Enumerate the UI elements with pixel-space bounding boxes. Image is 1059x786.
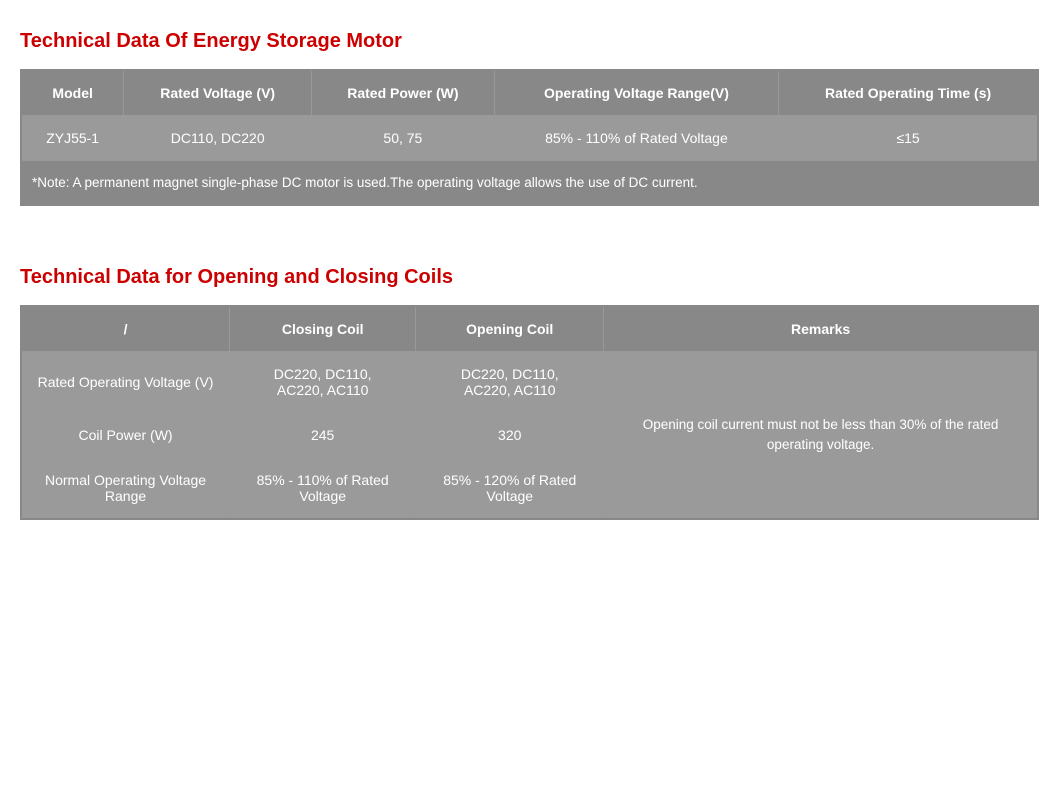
cell-rated-operating-time: ≤15 [779,116,1038,161]
col-closing-coil: Closing Coil [230,306,416,352]
cell-opening-power: 320 [416,413,604,458]
cell-rated-operating-voltage-label: Rated Operating Voltage (V) [21,352,230,413]
col-opening-coil: Opening Coil [416,306,604,352]
cell-closing-voltage-range: 85% - 110% of Rated Voltage [230,458,416,520]
cell-rated-voltage: DC110, DC220 [124,116,312,161]
cell-opening-voltage-range: 85% - 120% of Rated Voltage [416,458,604,520]
cell-operating-voltage-range: 85% - 110% of Rated Voltage [494,116,778,161]
col-slash: / [21,306,230,352]
cell-opening-voltage: DC220, DC110,AC220, AC110 [416,352,604,413]
table-row: Rated Operating Voltage (V) DC220, DC110… [21,352,1038,413]
table1-note: *Note: A permanent magnet single-phase D… [21,161,1038,206]
section-energy-storage-motor: Technical Data Of Energy Storage Motor M… [20,30,1039,206]
cell-model: ZYJ55-1 [21,116,124,161]
section1-title: Technical Data Of Energy Storage Motor [20,30,1039,53]
section-opening-closing-coils: Technical Data for Opening and Closing C… [20,266,1039,520]
col-remarks: Remarks [604,306,1038,352]
section1-table: Model Rated Voltage (V) Rated Power (W) … [20,69,1039,206]
cell-coil-power-label: Coil Power (W) [21,413,230,458]
col-rated-voltage: Rated Voltage (V) [124,70,312,116]
cell-closing-power: 245 [230,413,416,458]
section2-table: / Closing Coil Opening Coil Remarks Rate… [20,305,1039,520]
cell-rated-power: 50, 75 [312,116,495,161]
col-rated-operating-time: Rated Operating Time (s) [779,70,1038,116]
cell-remarks: Opening coil current must not be less th… [604,352,1038,520]
section2-title: Technical Data for Opening and Closing C… [20,266,1039,289]
note-row: *Note: A permanent magnet single-phase D… [21,161,1038,206]
col-operating-voltage-range: Operating Voltage Range(V) [494,70,778,116]
col-rated-power: Rated Power (W) [312,70,495,116]
table2-header-row: / Closing Coil Opening Coil Remarks [21,306,1038,352]
table1-header-row: Model Rated Voltage (V) Rated Power (W) … [21,70,1038,116]
table-row: ZYJ55-1 DC110, DC220 50, 75 85% - 110% o… [21,116,1038,161]
cell-normal-voltage-range-label: Normal Operating Voltage Range [21,458,230,520]
cell-closing-voltage: DC220, DC110,AC220, AC110 [230,352,416,413]
col-model: Model [21,70,124,116]
